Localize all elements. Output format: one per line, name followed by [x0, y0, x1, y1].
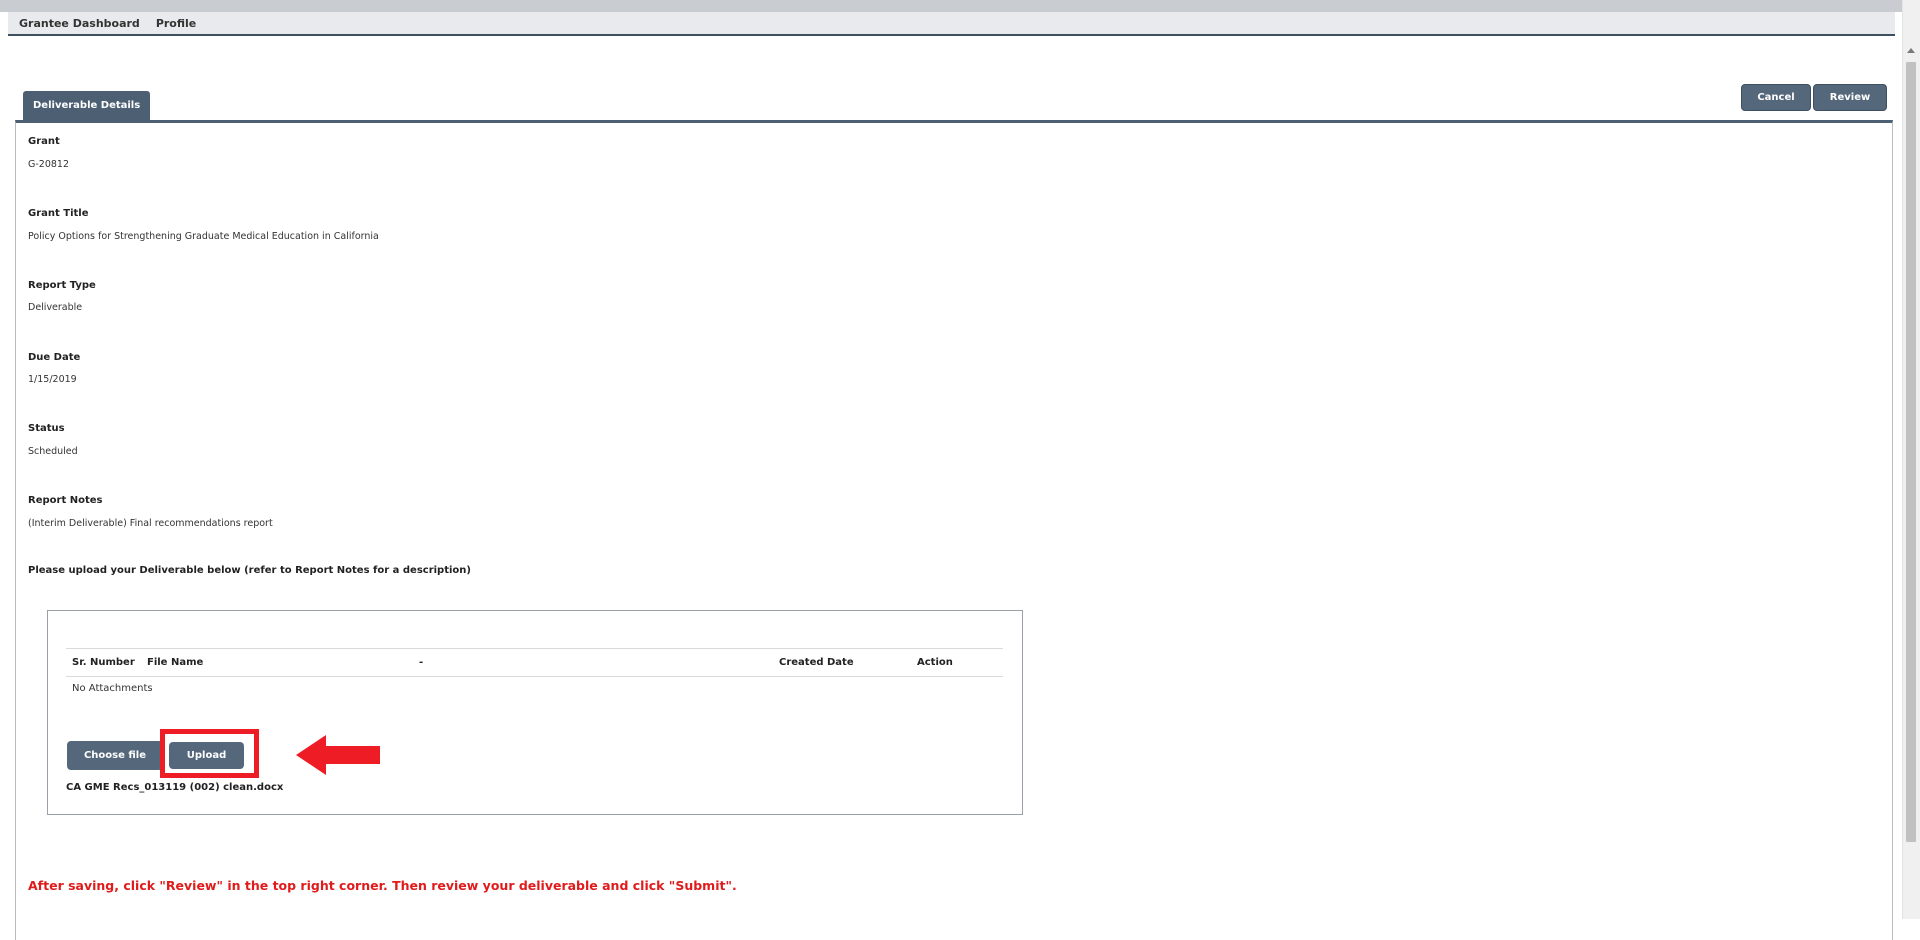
- report-notes-value: (Interim Deliverable) Final recommendati…: [28, 518, 273, 529]
- tab-deliverable-details[interactable]: Deliverable Details: [23, 91, 151, 120]
- review-instruction-note: After saving, click "Review" in the top …: [28, 878, 737, 893]
- status-value: Scheduled: [28, 446, 78, 457]
- due-date-label: Due Date: [28, 352, 81, 363]
- browser-top-strip: [0, 0, 1920, 12]
- details-panel: [15, 120, 1893, 940]
- top-navbar: Grantee Dashboard Profile: [8, 12, 1895, 36]
- grant-title-value: Policy Options for Strengthening Graduat…: [28, 231, 379, 242]
- scroll-thumb[interactable]: [1906, 62, 1916, 842]
- report-type-label: Report Type: [28, 280, 96, 291]
- report-type-value: Deliverable: [28, 302, 83, 313]
- selected-file-name: CA GME Recs_013119 (002) clean.docx: [66, 782, 284, 793]
- upload-button[interactable]: Upload: [169, 742, 244, 769]
- grant-label: Grant: [28, 136, 60, 147]
- upload-prompt: Please upload your Deliverable below (re…: [28, 565, 471, 576]
- review-button[interactable]: Review: [1813, 84, 1887, 111]
- status-label: Status: [28, 423, 65, 434]
- due-date-value: 1/15/2019: [28, 374, 77, 385]
- arrow-shaft: [325, 746, 380, 764]
- cancel-button[interactable]: Cancel: [1741, 84, 1811, 111]
- col-sr-number: Sr. Number: [72, 657, 135, 668]
- col-action: Action: [917, 657, 953, 668]
- grant-value: G-20812: [28, 159, 70, 170]
- report-notes-label: Report Notes: [28, 495, 103, 506]
- vertical-scrollbar[interactable]: [1902, 0, 1920, 919]
- nav-profile[interactable]: Profile: [156, 17, 196, 30]
- scroll-up-icon[interactable]: [1907, 48, 1915, 53]
- attachments-table-header: Sr. Number File Name - Created Date Acti…: [66, 648, 1003, 677]
- col-file-name: File Name: [147, 657, 204, 668]
- no-attachments-text: No Attachments: [72, 683, 153, 694]
- grant-title-label: Grant Title: [28, 208, 89, 219]
- col-dash: -: [419, 657, 424, 668]
- arrow-pointer-icon: [296, 735, 326, 775]
- choose-file-button[interactable]: Choose file: [67, 741, 163, 770]
- col-created-date: Created Date: [779, 657, 854, 668]
- nav-grantee-dashboard[interactable]: Grantee Dashboard: [19, 17, 140, 30]
